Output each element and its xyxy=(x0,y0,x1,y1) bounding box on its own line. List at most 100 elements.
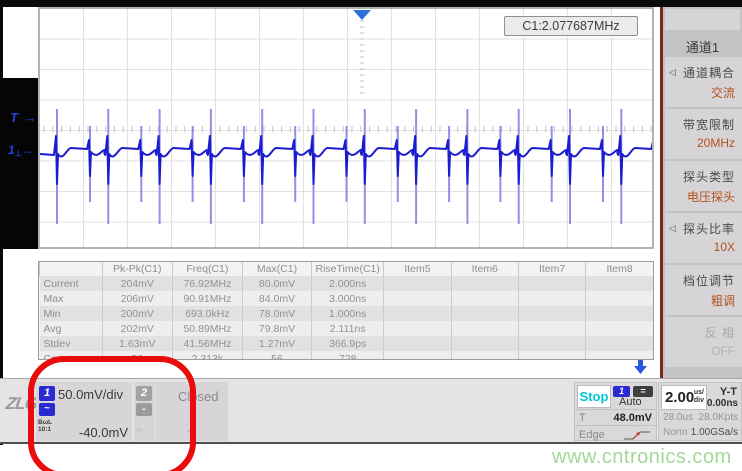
table-cell: 78.0mV xyxy=(241,306,312,321)
menu-item-2[interactable]: 带宽限制 20MHz xyxy=(665,109,742,159)
menu-item-value: 电压探头 xyxy=(686,190,735,204)
table-cell: 79.8mV xyxy=(241,321,312,336)
trigger-position-icon[interactable] xyxy=(353,10,371,20)
table-cell: 56 xyxy=(101,351,173,359)
table-cell xyxy=(517,321,586,336)
table-row: Count 56 2.313k 56 728 xyxy=(39,351,653,359)
waveform-plot[interactable]: C1:2.077687MHz xyxy=(38,7,654,249)
table-cell xyxy=(450,351,519,359)
table-cell xyxy=(383,321,452,336)
table-row-label: Current xyxy=(39,276,103,291)
channel1-ground-marker[interactable]: 1⊥→ xyxy=(8,143,34,158)
center-axis-ticks xyxy=(43,126,652,132)
timebase-scale-box[interactable]: 2.00 us/ div xyxy=(661,385,707,410)
table-row: Stdev 1.63mV 41.56MHz 1.27mV 366.9ps xyxy=(39,336,653,351)
menu-item-4[interactable]: ◁ 探头比率 10X xyxy=(665,213,742,263)
trigger-mode: Auto xyxy=(619,396,642,408)
table-row: Min 200mV 693.0kHz 78.0mV 1.000ns xyxy=(39,306,653,321)
table-cell xyxy=(450,336,519,351)
table-cell: 2.313k xyxy=(171,351,243,359)
table-header-row: Pk-Pk(C1) Freq(C1) Max(C1) RiseTime(C1) Item… xyxy=(39,262,653,276)
table-column-header: Pk-Pk(C1) xyxy=(101,262,173,276)
menu-item-value: 交流 xyxy=(710,86,735,100)
table-column-header: Item8 xyxy=(585,262,653,276)
table-cell xyxy=(450,291,519,306)
menu-item-value: OFF xyxy=(711,344,735,358)
menu-item-3[interactable]: 探头类型 电压探头 xyxy=(665,161,742,211)
marker-gutter xyxy=(0,78,38,249)
oscilloscope-screen: C1:2.077687MHz T → 1⊥→ Pk-Pk(C1) Freq(C1)… xyxy=(0,0,742,471)
menu-item-label: 档位调节 xyxy=(682,274,735,288)
trigger-panel[interactable]: Stop 1 = Auto T 48.0mV Edge xyxy=(574,382,657,441)
table-column-header: Max(C1) xyxy=(241,262,312,276)
table-cell: 1.27mV xyxy=(241,336,312,351)
channel1-marker-number: 1 xyxy=(8,143,15,157)
table-cell xyxy=(450,321,519,336)
table-cell xyxy=(517,291,586,306)
ac-coupling-icon: ~ xyxy=(39,403,55,416)
table-cell: 206mV xyxy=(101,291,173,306)
timebase-unit: us/ div xyxy=(693,389,704,404)
menu-item-value: 粗调 xyxy=(710,294,735,308)
memory-depth: 28.0Kpts xyxy=(698,412,738,423)
table-cell: 84.0mV xyxy=(241,291,312,306)
table-column-header: Freq(C1) xyxy=(171,262,243,276)
channel-menu: 通道1 ◁ 通道耦合 交流 带宽限制 20MHz 探头类型 电压探头 ◁ 探头比率 10X 档位调节… xyxy=(660,7,742,378)
menu-item-label: 探头比率 xyxy=(682,222,735,236)
channel2-offset: - - xyxy=(187,426,197,437)
channel2-probe-ratio: -:- xyxy=(136,427,143,434)
watermark: www.cntronics.com xyxy=(552,446,732,468)
table-cell xyxy=(517,276,586,291)
channel2-status-panel[interactable]: 2 - -:- xyxy=(134,382,155,441)
trigger-level-row: T 48.0mV xyxy=(575,409,656,426)
table-row-label: Min xyxy=(39,306,103,321)
trigger-level-marker[interactable]: T → xyxy=(10,110,38,125)
table-column-header: Item6 xyxy=(450,262,519,276)
trigger-axis-ticks xyxy=(360,14,364,94)
table-cell: 366.9ps xyxy=(311,336,384,351)
table-cell xyxy=(383,276,452,291)
menu-item-1[interactable]: ◁ 通道耦合 交流 xyxy=(665,57,742,107)
measurement-table-wrap: Pk-Pk(C1) Freq(C1) Max(C1) RiseTime(C1) Item… xyxy=(38,261,654,360)
ground-icon: ⊥ xyxy=(14,149,22,158)
table-cell: 80.0mV xyxy=(241,276,312,291)
table-cell: 728 xyxy=(311,351,384,359)
menu-item-value: 20MHz xyxy=(696,136,735,150)
table-cell: 50.89MHz xyxy=(171,321,243,336)
measurement-table: Pk-Pk(C1) Freq(C1) Max(C1) RiseTime(C1) Item… xyxy=(39,262,653,359)
channel2-state: Closed xyxy=(178,389,219,404)
acquisition-state[interactable]: Stop xyxy=(577,385,611,408)
channel1-status-panel[interactable]: 1 50.0mV/div ~ BωL 10:1 -40.0mV xyxy=(36,382,132,441)
acquire-mode: Norm xyxy=(663,427,688,438)
table-cell: 41.56MHz xyxy=(171,336,243,351)
channel1-scale: 50.0mV/div xyxy=(58,387,124,402)
table-scroll-down-icon[interactable] xyxy=(633,360,648,374)
table-cell xyxy=(585,351,653,359)
channel2-badge: 2 xyxy=(136,386,152,401)
table-cell: 204mV xyxy=(101,276,173,291)
display-mode: Y-T xyxy=(719,386,737,398)
table-row-label: Max xyxy=(39,291,103,306)
table-cell: 3.000ns xyxy=(311,291,384,306)
waveform-svg xyxy=(40,10,652,224)
channel2-closed-panel[interactable]: Closed - - xyxy=(156,382,228,441)
trigger-delay: 0.00ns xyxy=(706,398,738,409)
table-column-header: Item7 xyxy=(517,262,586,276)
timebase-panel[interactable]: 2.00 us/ div Y-T 0.00ns 28.0us 28.0Kpts … xyxy=(658,382,742,441)
table-cell: 1.63mV xyxy=(101,336,173,351)
trigger-type: Edge xyxy=(579,429,605,441)
table-column-header: RiseTime(C1) xyxy=(311,262,384,276)
edge-slope-icon xyxy=(624,431,650,440)
table-cell xyxy=(383,291,452,306)
channel2-coupling-icon: - xyxy=(136,403,152,416)
table-cell: 1.000ns xyxy=(311,306,384,321)
table-row-label: Count xyxy=(39,351,103,359)
table-cell xyxy=(517,306,586,321)
top-border xyxy=(0,0,742,7)
menu-item-5[interactable]: 档位调节粗调 xyxy=(665,265,742,315)
table-cell xyxy=(383,351,452,359)
menu-item-6: 反 相 OFF xyxy=(665,317,742,367)
table-cell xyxy=(585,291,653,306)
table-cell: 56 xyxy=(241,351,312,359)
channel1-offset: -40.0mV xyxy=(78,425,128,440)
